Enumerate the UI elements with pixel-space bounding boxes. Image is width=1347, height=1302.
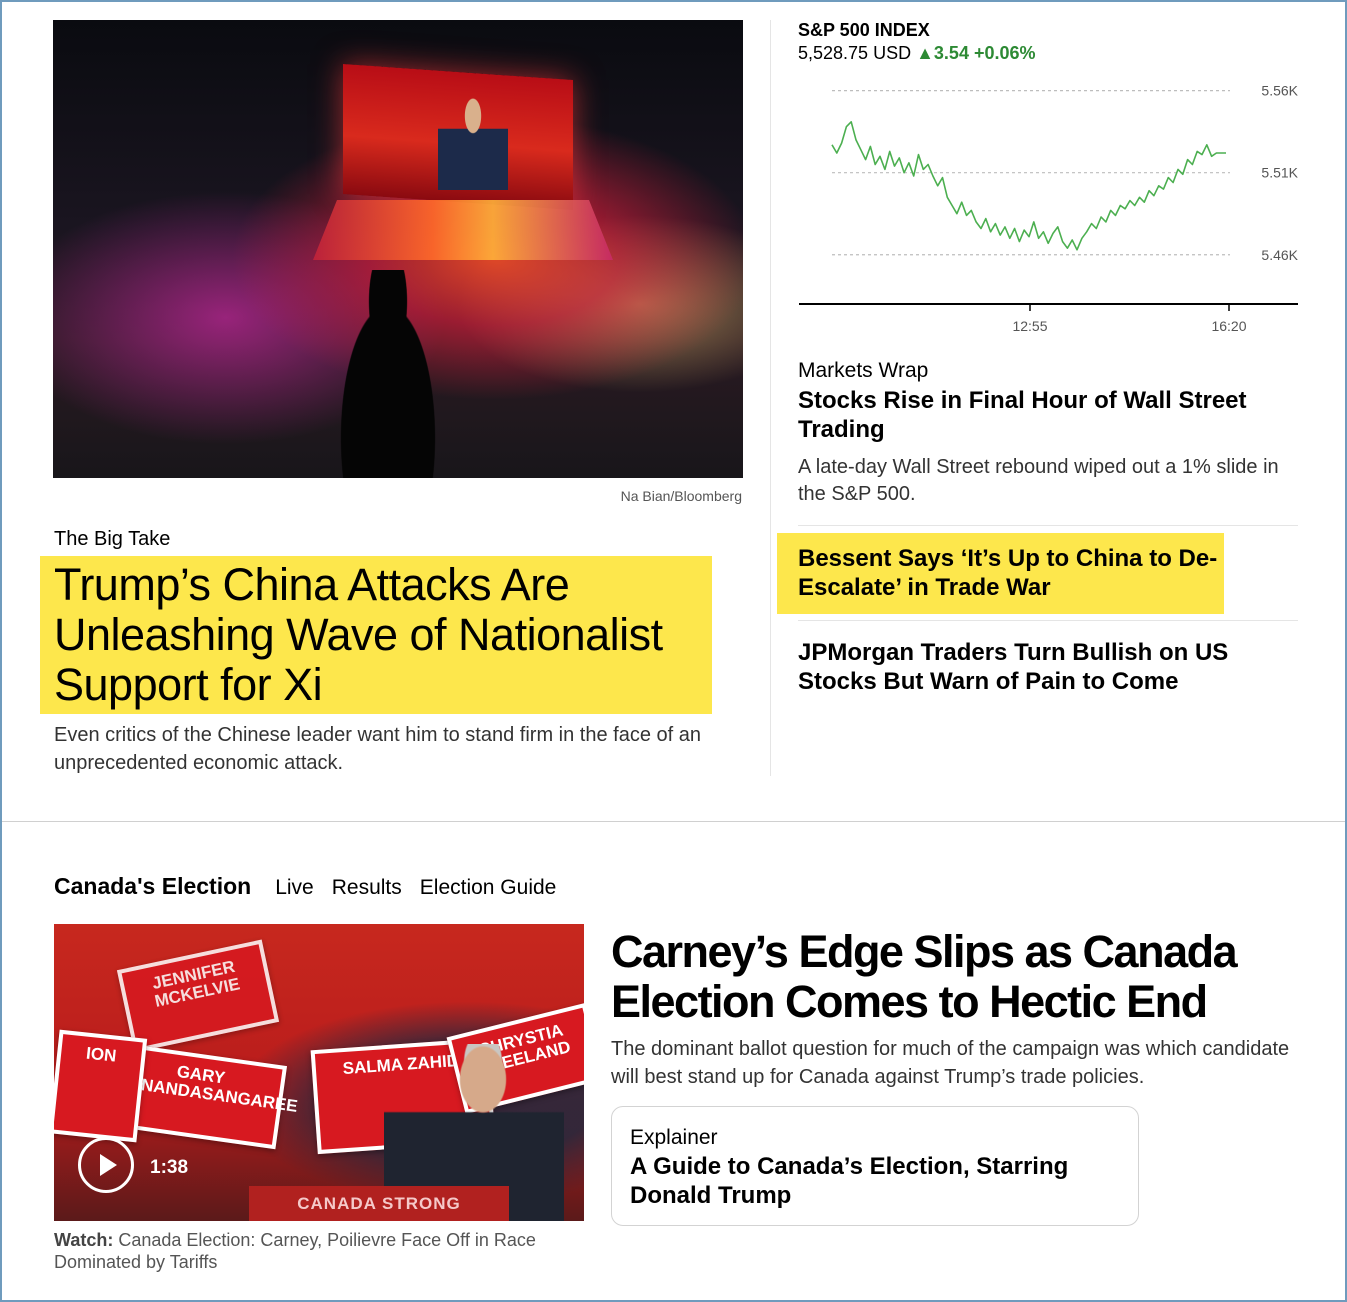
canopy-graphic: [313, 200, 613, 260]
y-tick-label: 5.51K: [1261, 165, 1298, 181]
tab-live[interactable]: Live: [275, 876, 314, 900]
x-tick-label: 16:20: [1211, 318, 1246, 334]
series-line: [831, 120, 1226, 251]
explainer-card[interactable]: Explainer A Guide to Canada’s Election, …: [611, 1106, 1139, 1226]
campaign-sign: JENNIFER MCKELVIE: [116, 939, 280, 1053]
video-duration: 1:38: [150, 1157, 189, 1178]
canada-summary: The dominant ballot question for much of…: [611, 1038, 1290, 1088]
podium-banner: CANADA STRONG: [249, 1186, 509, 1221]
silhouette-graphic: [328, 270, 448, 478]
watch-label: Watch:: [54, 1230, 114, 1250]
market-index-name[interactable]: S&P 500 INDEX: [798, 20, 930, 41]
market-change-value: 3.54: [933, 43, 969, 63]
video-caption[interactable]: Watch: Canada Election: Carney, Poilievr…: [54, 1229, 574, 1273]
y-tick-label: 5.56K: [1261, 83, 1298, 99]
market-price: 5,528.75 USD: [798, 43, 912, 63]
market-change-pct: +0.06%: [973, 43, 1036, 63]
screen-figure-graphic: [438, 95, 508, 190]
y-tick-label: 5.46K: [1261, 247, 1298, 263]
jpmorgan-headline[interactable]: JPMorgan Traders Turn Bullish on US Stoc…: [798, 638, 1258, 696]
hero-headline[interactable]: Trump’s China Attacks Are Unleashing Wav…: [54, 560, 714, 710]
markets-wrap-headline[interactable]: Stocks Rise in Final Hour of Wall Street…: [798, 386, 1298, 444]
x-tick-label: 12:55: [1012, 318, 1047, 334]
market-chart[interactable]: 5.56K 5.51K 5.46K 12:55 16:20: [792, 66, 1304, 340]
play-icon: [100, 1154, 117, 1176]
hero-image[interactable]: [53, 20, 743, 478]
kicker-big-take[interactable]: The Big Take: [54, 528, 170, 551]
canada-section-nav: Canada's Election Live Results Election …: [54, 873, 574, 900]
explainer-headline[interactable]: A Guide to Canada’s Election, Starring D…: [630, 1152, 1110, 1210]
play-button[interactable]: [78, 1137, 134, 1193]
tab-results[interactable]: Results: [332, 876, 402, 900]
page: Na Bian/Bloomberg The Big Take Trump’s C…: [0, 0, 1347, 1302]
divider: [798, 620, 1298, 621]
canada-headline[interactable]: Carney’s Edge Slips as Canada Election C…: [611, 927, 1301, 1027]
section-title[interactable]: Canada's Election: [54, 873, 251, 900]
hero-summary: Even critics of the Chinese leader want …: [54, 724, 701, 774]
tab-election-guide[interactable]: Election Guide: [420, 876, 557, 900]
bessent-headline[interactable]: Bessent Says ‘It’s Up to China to De-Esc…: [798, 544, 1228, 602]
markets-wrap-summary: A late-day Wall Street rebound wiped out…: [798, 456, 1279, 505]
market-price-line: 5,528.75 USD ▲3.54 +0.06%: [798, 43, 1036, 64]
up-arrow-icon: ▲: [916, 43, 934, 63]
video-thumbnail[interactable]: JENNIFER MCKELVIE GARY ANANDASANGAREE IO…: [54, 924, 584, 1221]
explainer-kicker: Explainer: [630, 1126, 718, 1149]
video-title: Canada Election: Carney, Poilievre Face …: [54, 1230, 536, 1272]
divider: [798, 525, 1298, 526]
section-divider: [2, 821, 1345, 822]
column-divider: [770, 20, 771, 776]
campaign-sign: ION: [54, 1029, 148, 1143]
photo-credit: Na Bian/Bloomberg: [620, 488, 742, 504]
kicker-markets-wrap[interactable]: Markets Wrap: [798, 359, 928, 383]
